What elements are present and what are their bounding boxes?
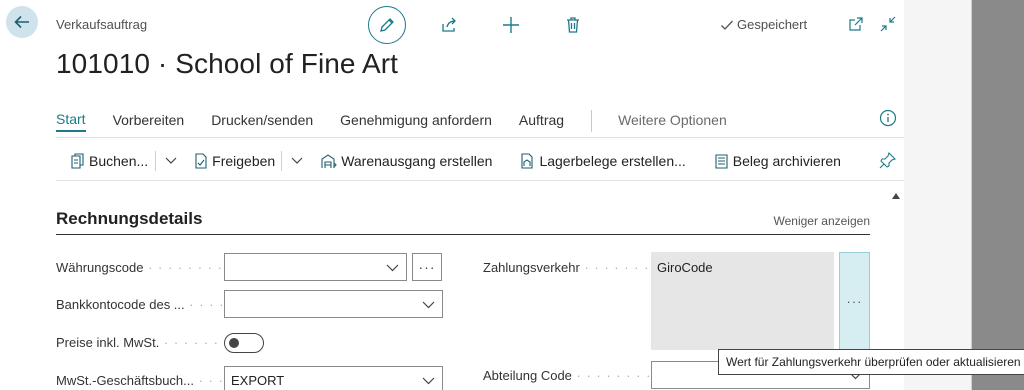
- section-title: Rechnungsdetails: [56, 209, 203, 228]
- collapse-button[interactable]: [879, 15, 897, 33]
- toggle-knob: [229, 338, 239, 348]
- menu-divider: [56, 137, 904, 138]
- collapse-icon: [880, 16, 896, 32]
- create-warehouse-docs-label: Lagerbelege erstellen...: [539, 153, 686, 169]
- chevron-down-icon: [422, 301, 435, 309]
- gutter-divider: [971, 0, 972, 390]
- release-label: Freigeben: [212, 153, 276, 169]
- trash-icon: [567, 17, 579, 33]
- release-dropdown[interactable]: [290, 153, 304, 170]
- page-title: 101010 · School of Fine Art: [56, 48, 399, 79]
- post-button[interactable]: Buchen...: [70, 153, 148, 169]
- currency-code-field[interactable]: [224, 253, 407, 281]
- action-menu: Start Vorbereiten Drucken/senden Genehmi…: [56, 110, 754, 132]
- menu-item-order[interactable]: Auftrag: [519, 112, 564, 131]
- chevron-down-icon: [386, 264, 399, 272]
- vat-bus-posting-label: MwSt.-Geschäftsbuch...: [56, 373, 224, 388]
- chevron-down-icon: [422, 377, 435, 385]
- checkmark-icon: [721, 20, 733, 30]
- department-code-label: Abteilung Code: [483, 368, 651, 383]
- scroll-up-button[interactable]: [891, 187, 901, 205]
- menu-item-prepare[interactable]: Vorbereiten: [113, 112, 185, 131]
- back-arrow-icon: [14, 15, 29, 29]
- payment-reference-field[interactable]: GiroCode: [651, 252, 834, 350]
- pin-icon: [879, 151, 897, 169]
- page-toolbar: [368, 6, 592, 44]
- menu-item-request-approval[interactable]: Genehmigung anfordern: [340, 112, 492, 131]
- delete-button[interactable]: [554, 6, 592, 44]
- action-bar-divider: [56, 180, 904, 181]
- payment-reference-label: Zahlungsverkehr: [483, 260, 651, 275]
- post-label: Buchen...: [89, 153, 149, 169]
- plus-icon: [503, 17, 519, 33]
- create-warehouse-docs-button[interactable]: Lagerbelege erstellen...: [520, 153, 686, 169]
- post-document-icon: [71, 153, 84, 169]
- create-shipment-button[interactable]: Warenausgang erstellen: [320, 153, 492, 169]
- post-dropdown[interactable]: [164, 153, 178, 170]
- share-icon: [442, 17, 456, 32]
- warehouse-document-icon: [521, 153, 534, 169]
- create-shipment-label: Warenausgang erstellen: [341, 153, 493, 169]
- breadcrumb: Verkaufsauftrag: [56, 17, 148, 32]
- show-less-link[interactable]: Weniger anzeigen: [773, 214, 870, 228]
- gutter-panel: [904, 0, 972, 390]
- info-button[interactable]: [879, 109, 897, 132]
- menu-more-options[interactable]: Weitere Optionen: [618, 112, 727, 131]
- currency-code-lookup-button[interactable]: ···: [412, 253, 442, 281]
- share-button[interactable]: [430, 6, 468, 44]
- action-separator: [155, 151, 157, 171]
- section-divider: [56, 234, 870, 235]
- back-button[interactable]: [6, 6, 38, 38]
- new-button[interactable]: [492, 6, 530, 44]
- open-new-window-button[interactable]: [847, 15, 865, 33]
- ellipsis-icon: ···: [418, 259, 436, 275]
- saved-label: Gespeichert: [737, 17, 808, 32]
- info-icon: [879, 109, 897, 127]
- payment-reference-value: GiroCode: [657, 260, 713, 275]
- chevron-down-icon: [291, 157, 303, 164]
- archive-icon: [715, 154, 728, 169]
- menu-item-start[interactable]: Start: [56, 111, 86, 132]
- tooltip: Wert für Zahlungsverkehr überprüfen oder…: [718, 349, 1024, 375]
- right-gutter: [904, 0, 1024, 390]
- menu-item-print-send[interactable]: Drucken/senden: [211, 112, 313, 131]
- prices-incl-vat-label: Preise inkl. MwSt.: [56, 335, 224, 350]
- bank-account-code-label: Bankkontocode des ...: [56, 297, 224, 312]
- open-new-window-icon: [849, 17, 863, 31]
- prices-incl-vat-toggle[interactable]: [224, 333, 264, 353]
- saved-status: Gespeichert: [720, 17, 807, 32]
- release-button[interactable]: Freigeben: [194, 153, 275, 169]
- release-document-icon: [195, 153, 207, 169]
- action-separator: [281, 151, 283, 171]
- vat-bus-posting-value: EXPORT: [231, 373, 285, 388]
- warehouse-shipment-icon: [321, 154, 337, 168]
- payment-reference-assist-button[interactable]: ···: [839, 252, 870, 350]
- pencil-icon: [380, 18, 394, 32]
- archive-label: Beleg archivieren: [732, 153, 841, 169]
- pin-action-bar-button[interactable]: [879, 151, 897, 174]
- ellipsis-icon: ···: [846, 293, 863, 309]
- vat-bus-posting-field[interactable]: EXPORT: [224, 366, 443, 390]
- currency-code-label: Währungscode: [56, 260, 224, 275]
- chevron-down-icon: [165, 157, 177, 164]
- bank-account-code-field[interactable]: [224, 290, 443, 318]
- archive-document-button[interactable]: Beleg archivieren: [714, 153, 841, 169]
- menu-separator: [591, 110, 593, 132]
- action-bar: Buchen... Freigeben Warenausgang erstell…: [56, 149, 841, 173]
- triangle-up-icon: [892, 193, 900, 199]
- edit-button[interactable]: [368, 6, 406, 44]
